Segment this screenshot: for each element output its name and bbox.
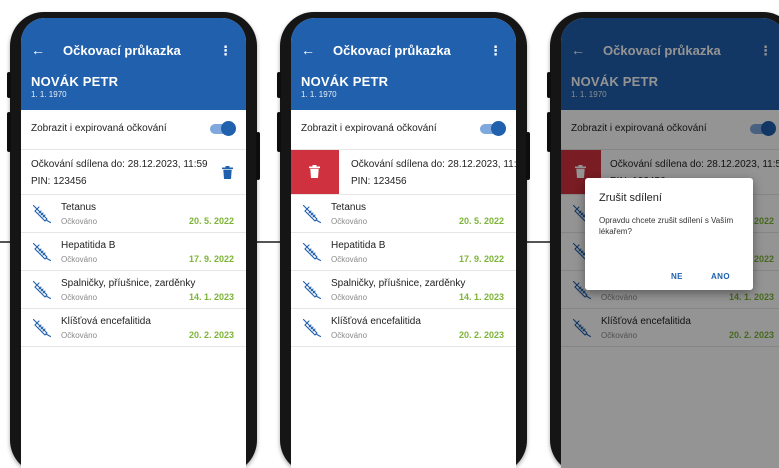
- vaccine-date: 17. 9. 2022: [188, 254, 234, 264]
- more-vert-icon[interactable]: ⋮: [489, 43, 502, 59]
- connector-line: [0, 241, 10, 243]
- vaccine-name: Spalničky, příušnice, zarděnky: [331, 278, 466, 289]
- vaccine-date: 20. 5. 2022: [188, 216, 234, 226]
- share-pin-text: PIN: 123456: [351, 176, 407, 187]
- share-until-text: Očkování sdílena do: 28.12.2023, 11:59: [351, 159, 516, 170]
- syringe-icon: [302, 242, 322, 262]
- vaccine-status: Očkováno: [61, 331, 98, 340]
- vaccine-name: Klíšťová encefalitida: [61, 316, 151, 327]
- vaccine-name: Hepatitida B: [331, 240, 386, 251]
- phone-frame-3: ← Očkovací průkazka ⋮ NOVÁK PETR 1. 1. 1…: [547, 12, 779, 468]
- patient-dob: 1. 1. 1970: [301, 90, 337, 99]
- cancel-sharing-dialog: Zrušit sdílení Opravdu chcete zrušit sdí…: [585, 178, 753, 290]
- phone-screen: ← Očkovací průkazka ⋮ NOVÁK PETR 1. 1. 1…: [561, 18, 779, 468]
- show-expired-row[interactable]: Zobrazit i expirovaná očkování: [21, 110, 246, 150]
- phone-power-button: [256, 132, 260, 180]
- vaccine-date: 20. 5. 2022: [458, 216, 504, 226]
- swipe-delete-action[interactable]: [291, 150, 339, 194]
- phone-volume-button: [277, 112, 281, 152]
- vaccine-name: Tetanus: [331, 202, 367, 213]
- more-vert-icon[interactable]: ⋮: [219, 43, 232, 59]
- vaccine-name: Hepatitida B: [61, 240, 116, 251]
- vaccine-status: Očkováno: [331, 255, 368, 264]
- vaccination-item[interactable]: Hepatitida B Očkováno 17. 9. 2022: [291, 233, 516, 271]
- vaccine-name: Tetanus: [61, 202, 97, 213]
- back-arrow-icon[interactable]: ←: [301, 42, 315, 58]
- vaccination-item[interactable]: Klíšťová encefalitida Očkováno 20. 2. 20…: [291, 309, 516, 347]
- vaccine-date: 14. 1. 2023: [458, 292, 504, 302]
- vaccine-status: Očkováno: [61, 293, 98, 302]
- phone-frame-2: ← Očkovací průkazka ⋮ NOVÁK PETR 1. 1. 1…: [277, 12, 530, 468]
- vaccine-status: Očkováno: [331, 293, 368, 302]
- switch-knob: [221, 121, 236, 136]
- show-expired-switch[interactable]: [210, 121, 236, 136]
- share-row-swiped[interactable]: Očkování sdílena do: 28.12.2023, 11:59 P…: [291, 150, 516, 195]
- vaccination-item[interactable]: Klíšťová encefalitida Očkováno 20. 2. 20…: [21, 309, 246, 347]
- phone-volume-button: [277, 72, 281, 98]
- phone-screen: ← Očkovací průkazka ⋮ NOVÁK PETR 1. 1. 1…: [291, 18, 516, 468]
- vaccine-date: 14. 1. 2023: [188, 292, 234, 302]
- vaccine-date: 20. 2. 2023: [188, 330, 234, 340]
- vaccine-status: Očkováno: [331, 331, 368, 340]
- phone-screen: ← Očkovací průkazka ⋮ NOVÁK PETR 1. 1. 1…: [21, 18, 246, 468]
- dialog-message: Opravdu chcete zrušit sdílení s Vaším lé…: [599, 216, 734, 236]
- phone-frame-1: ← Očkovací průkazka ⋮ NOVÁK PETR 1. 1. 1…: [7, 12, 260, 468]
- back-arrow-icon[interactable]: ←: [31, 42, 45, 58]
- vaccination-item[interactable]: Spalničky, příušnice, zarděnky Očkováno …: [21, 271, 246, 309]
- phone-volume-button: [7, 72, 11, 98]
- syringe-icon: [302, 318, 322, 338]
- vaccination-item[interactable]: Tetanus Očkováno 20. 5. 2022: [291, 195, 516, 233]
- app-bar: ← Očkovací průkazka ⋮ NOVÁK PETR 1. 1. 1…: [291, 18, 516, 110]
- page-title: Očkovací průkazka: [333, 43, 451, 58]
- patient-name: NOVÁK PETR: [31, 74, 119, 89]
- show-expired-switch[interactable]: [480, 121, 506, 136]
- syringe-icon: [32, 242, 52, 262]
- show-expired-label: Zobrazit i expirovaná očkování: [301, 123, 437, 134]
- syringe-icon: [302, 280, 322, 300]
- show-expired-row[interactable]: Zobrazit i expirovaná očkování: [291, 110, 516, 150]
- share-row[interactable]: Očkování sdílena do: 28.12.2023, 11:59 P…: [21, 150, 246, 195]
- vaccine-status: Očkováno: [331, 217, 368, 226]
- vaccination-item[interactable]: Hepatitida B Očkováno 17. 9. 2022: [21, 233, 246, 271]
- phone-volume-button: [7, 112, 11, 152]
- patient-name: NOVÁK PETR: [301, 74, 389, 89]
- vaccine-date: 17. 9. 2022: [458, 254, 504, 264]
- vaccine-status: Očkováno: [61, 217, 98, 226]
- dialog-title: Zrušit sdílení: [599, 192, 662, 204]
- switch-knob: [491, 121, 506, 136]
- vaccine-date: 20. 2. 2023: [458, 330, 504, 340]
- dialog-no-button[interactable]: NE: [671, 272, 683, 281]
- vaccination-item[interactable]: Spalničky, příušnice, zarděnky Očkováno …: [291, 271, 516, 309]
- dialog-yes-button[interactable]: ANO: [711, 272, 730, 281]
- trash-icon: [309, 165, 320, 178]
- syringe-icon: [302, 204, 322, 224]
- syringe-icon: [32, 280, 52, 300]
- vaccine-status: Očkováno: [61, 255, 98, 264]
- share-pin-text: PIN: 123456: [31, 176, 87, 187]
- phone-volume-button: [547, 72, 551, 98]
- vaccination-item[interactable]: Tetanus Očkováno 20. 5. 2022: [21, 195, 246, 233]
- app-bar: ← Očkovací průkazka ⋮ NOVÁK PETR 1. 1. 1…: [21, 18, 246, 110]
- vaccination-list: Tetanus Očkováno 20. 5. 2022 Hepatitida …: [21, 195, 246, 347]
- share-until-text: Očkování sdílena do: 28.12.2023, 11:59: [31, 159, 208, 170]
- vaccine-name: Klíšťová encefalitida: [331, 316, 421, 327]
- phone-volume-button: [547, 112, 551, 152]
- phone-power-button: [526, 132, 530, 180]
- vaccination-list: Tetanus Očkováno 20. 5. 2022 Hepatitida …: [291, 195, 516, 347]
- syringe-icon: [32, 318, 52, 338]
- show-expired-label: Zobrazit i expirovaná očkování: [31, 123, 167, 134]
- page-title: Očkovací průkazka: [63, 43, 181, 58]
- patient-dob: 1. 1. 1970: [31, 90, 67, 99]
- syringe-icon: [32, 204, 52, 224]
- vaccine-name: Spalničky, příušnice, zarděnky: [61, 278, 196, 289]
- trash-icon[interactable]: [222, 166, 233, 179]
